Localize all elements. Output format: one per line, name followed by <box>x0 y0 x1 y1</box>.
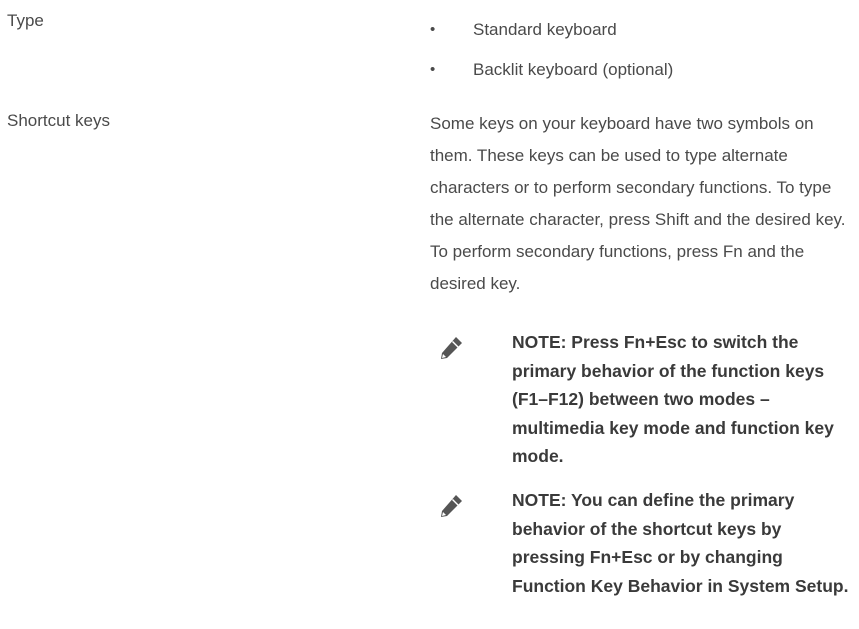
list-item-text: Standard keyboard <box>473 20 617 39</box>
note-block: NOTE: Press Fn+Esc to switch the primary… <box>430 328 855 471</box>
bullet-icon: • <box>430 61 436 78</box>
note-pencil-icon <box>441 337 462 359</box>
bullet-icon: • <box>430 21 436 38</box>
list-item: • Standard keyboard <box>430 14 673 54</box>
shortcut-keys-description: Some keys on your keyboard have two symb… <box>430 114 846 293</box>
type-label: Type <box>7 11 44 30</box>
keyboard-type-list: • Standard keyboard • Backlit keyboard (… <box>430 14 673 94</box>
note-text: NOTE: Press Fn+Esc to switch the primary… <box>512 332 834 467</box>
note-pencil-icon <box>441 495 462 517</box>
list-item-text: Backlit keyboard (optional) <box>473 60 674 79</box>
note-block: NOTE: You can define the primary behavio… <box>430 486 855 600</box>
shortcut-keys-label: Shortcut keys <box>7 111 110 130</box>
note-text: NOTE: You can define the primary behavio… <box>512 490 849 596</box>
list-item: • Backlit keyboard (optional) <box>430 54 673 94</box>
